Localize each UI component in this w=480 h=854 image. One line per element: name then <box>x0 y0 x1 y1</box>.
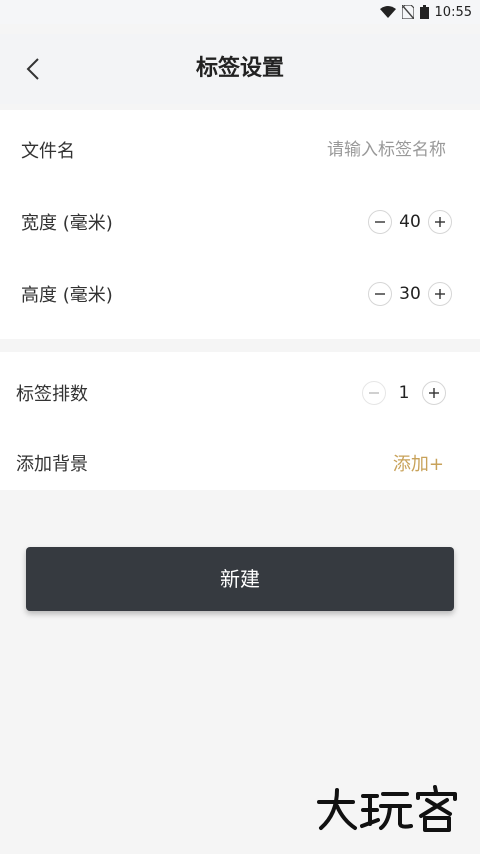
nav-bar: 标签设置 <box>0 34 480 104</box>
rows-stepper: 1 <box>362 381 446 405</box>
width-stepper: 40 <box>368 210 452 234</box>
height-decrement-button[interactable] <box>368 282 392 306</box>
rows-label: 标签排数 <box>16 384 88 405</box>
plus-icon <box>429 388 439 398</box>
create-button[interactable]: 新建 <box>26 547 454 611</box>
rows-decrement-button[interactable] <box>362 381 386 405</box>
file-name-input[interactable] <box>244 133 448 167</box>
wifi-icon <box>379 6 396 18</box>
plus-icon <box>435 289 445 299</box>
height-value: 30 <box>399 284 421 304</box>
file-name-row: 文件名 <box>0 122 480 178</box>
background-label: 添加背景 <box>16 454 88 475</box>
chevron-left-icon <box>26 58 39 80</box>
height-stepper: 30 <box>368 282 452 306</box>
add-background-button[interactable]: 添加+ <box>393 450 444 476</box>
height-increment-button[interactable] <box>428 282 452 306</box>
rows-row: 标签排数 1 <box>0 365 480 421</box>
label-size-card: 文件名 宽度 (毫米) 40 高度 (毫米) 30 <box>0 110 480 339</box>
width-label: 宽度 (毫米) <box>21 213 113 234</box>
width-row: 宽度 (毫米) 40 <box>0 194 480 250</box>
back-button[interactable] <box>18 54 48 84</box>
width-increment-button[interactable] <box>428 210 452 234</box>
label-layout-card: 标签排数 1 添加背景 添加+ <box>0 352 480 490</box>
height-label: 高度 (毫米) <box>21 285 113 306</box>
battery-icon <box>419 5 429 19</box>
plus-icon <box>435 217 445 227</box>
background-row: 添加背景 添加+ <box>0 435 480 491</box>
rows-value: 1 <box>398 383 410 403</box>
file-name-label: 文件名 <box>21 141 75 162</box>
page-title: 标签设置 <box>195 56 284 81</box>
status-icons: 10:55 <box>379 3 472 21</box>
width-decrement-button[interactable] <box>368 210 392 234</box>
minus-icon <box>369 392 379 394</box>
minus-icon <box>375 293 385 295</box>
status-bar: 10:55 <box>0 0 480 24</box>
height-row: 高度 (毫米) 30 <box>0 266 480 322</box>
width-value: 40 <box>399 212 421 232</box>
watermark-logo <box>317 785 457 832</box>
status-time: 10:55 <box>434 4 472 20</box>
minus-icon <box>375 221 385 223</box>
no-sim-icon <box>401 5 414 19</box>
rows-increment-button[interactable] <box>422 381 446 405</box>
